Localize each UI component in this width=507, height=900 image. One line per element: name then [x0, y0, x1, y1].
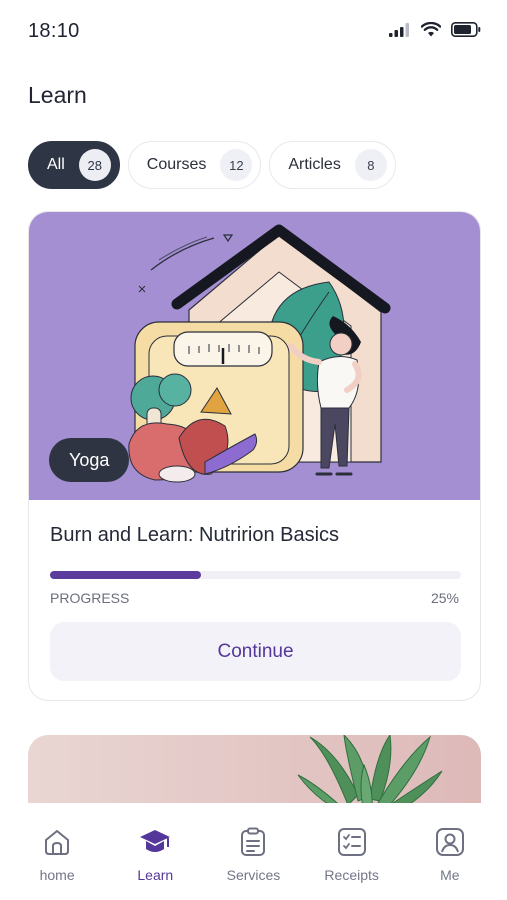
battery-icon: [451, 22, 481, 37]
filter-chip-count: 12: [220, 149, 253, 181]
course-card[interactable]: Yoga Burn and Learn: Nutririon Basics PR…: [28, 211, 481, 701]
cellular-signal-icon: [389, 22, 409, 37]
tab-label: Learn: [137, 867, 174, 883]
progress-label: PROGRESS: [50, 590, 130, 606]
filter-chip-all[interactable]: All 28: [28, 141, 120, 189]
filter-chip-label: Courses: [146, 156, 207, 173]
tab-services[interactable]: Services: [208, 803, 298, 900]
page-title: Learn: [28, 82, 87, 108]
filter-chip-label: All: [47, 156, 65, 173]
wifi-icon: [421, 22, 441, 37]
tab-label: home: [39, 867, 75, 883]
filter-chips: All 28 Courses 12 Articles 8: [28, 141, 396, 189]
continue-button[interactable]: Continue: [50, 622, 461, 681]
tab-label: Services: [226, 867, 281, 883]
clipboard-icon: [236, 825, 270, 859]
tab-receipts[interactable]: Receipts: [307, 803, 397, 900]
filter-chip-articles[interactable]: Articles 8: [269, 141, 396, 189]
category-tag: Yoga: [49, 438, 130, 482]
status-bar: 18:10: [0, 0, 507, 64]
tab-learn[interactable]: Learn: [110, 803, 200, 900]
progress-bar: [50, 571, 461, 579]
filter-chip-count: 8: [354, 149, 387, 181]
filter-chip-count: 28: [78, 149, 111, 181]
course-hero-illustration: Yoga: [29, 212, 480, 500]
progress-bar-fill: [50, 571, 202, 579]
checklist-icon: [335, 825, 369, 859]
course-title: Burn and Learn: Nutririon Basics: [50, 524, 340, 546]
bottom-tab-bar: home Learn Services Receipts Me: [0, 803, 507, 900]
tab-home[interactable]: home: [12, 803, 102, 900]
graduation-cap-icon: [138, 825, 172, 859]
tab-label: Me: [440, 867, 460, 883]
status-time: 18:10: [28, 20, 80, 42]
filter-chip-courses[interactable]: Courses 12: [127, 141, 262, 189]
progress-percent: 25%: [430, 590, 459, 606]
status-icons: [389, 22, 481, 37]
filter-chip-label: Articles: [288, 156, 341, 173]
tab-label: Receipts: [324, 867, 379, 883]
user-icon: [433, 825, 467, 859]
home-icon: [40, 825, 74, 859]
tab-me[interactable]: Me: [405, 803, 495, 900]
